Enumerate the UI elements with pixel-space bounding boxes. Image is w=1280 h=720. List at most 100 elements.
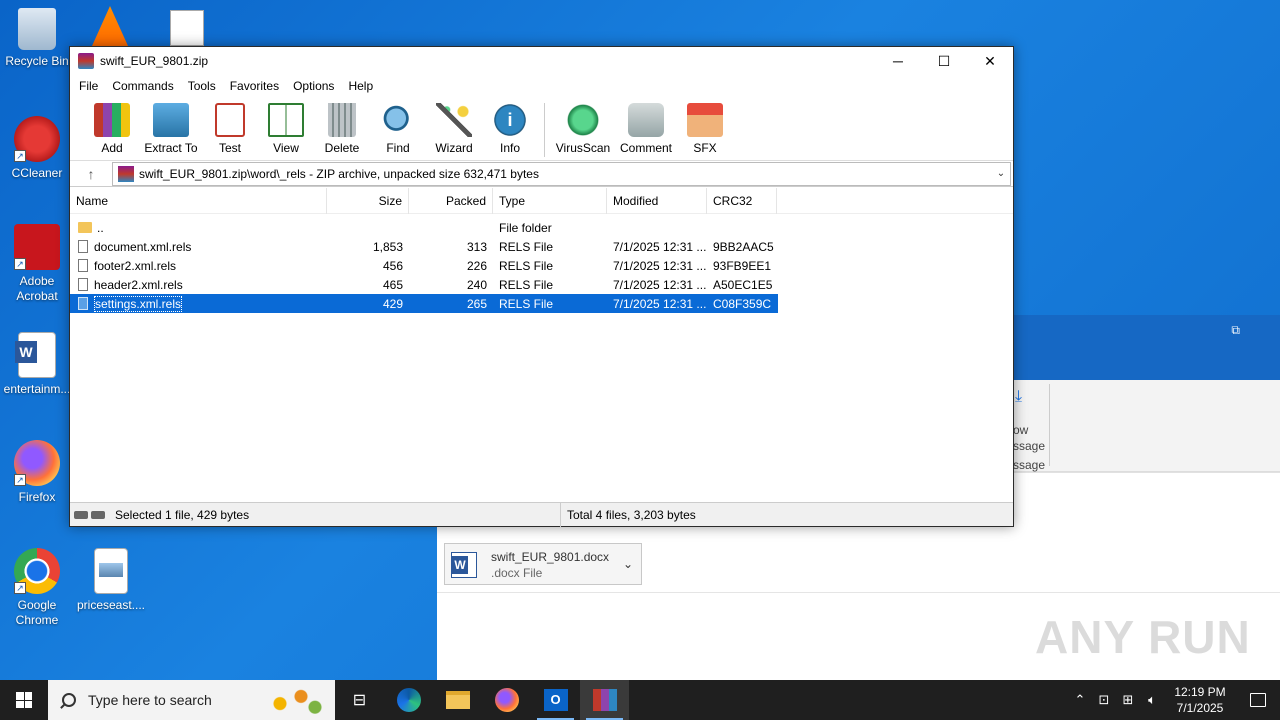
recycle-bin-icon xyxy=(18,8,56,50)
image-file-icon[interactable] xyxy=(170,10,204,46)
menu-commands[interactable]: Commands xyxy=(105,79,180,93)
find-button[interactable]: Find xyxy=(370,103,426,155)
sfx-button[interactable]: SFX xyxy=(677,103,733,155)
table-row[interactable]: footer2.xml.rels 456 226 RELS File 7/1/2… xyxy=(70,256,778,275)
toolbar-label: Test xyxy=(218,141,241,155)
taskbar-outlook[interactable]: O xyxy=(531,680,580,720)
taskbar-file-explorer[interactable] xyxy=(433,680,482,720)
address-field[interactable]: swift_EUR_9801.zip\word\_rels - ZIP arch… xyxy=(112,161,1011,186)
menu-file[interactable]: File xyxy=(72,79,105,93)
table-row[interactable]: header2.xml.rels 465 240 RELS File 7/1/2… xyxy=(70,275,778,294)
extract-to-button[interactable]: Extract To xyxy=(140,103,202,155)
winrar-icon xyxy=(78,53,94,69)
file-crc: 93FB9EE1 xyxy=(713,258,772,273)
ccleaner-icon: ↗ xyxy=(14,116,60,162)
clock[interactable]: 12:19 PM 7/1/2025 xyxy=(1164,684,1236,716)
file-name: header2.xml.rels xyxy=(94,277,183,292)
taskbar-edge[interactable] xyxy=(384,680,433,720)
file-packed: 265 xyxy=(466,296,487,311)
file-name: settings.xml.rels xyxy=(94,295,183,312)
column-header-type[interactable]: Type xyxy=(493,187,607,214)
desktop-icon-ccleaner[interactable]: ↗ CCleaner xyxy=(0,116,74,181)
desktop-icon-word-document[interactable]: W entertainm... xyxy=(0,332,74,397)
chevron-down-icon[interactable]: ⌄ xyxy=(623,557,633,571)
column-header-modified[interactable]: Modified xyxy=(607,187,707,214)
file-crc: 9BB2AAC5 xyxy=(713,239,774,254)
column-header-packed[interactable]: Packed xyxy=(409,187,493,214)
status-bar: Selected 1 file, 429 bytes Total 4 files… xyxy=(70,502,1013,527)
column-header-crc32[interactable]: CRC32 xyxy=(707,187,777,214)
column-header-size[interactable]: Size xyxy=(327,187,409,214)
file-crc: C08F359C xyxy=(713,296,772,311)
info-button[interactable]: i Info xyxy=(482,103,538,155)
sfx-box-icon xyxy=(687,103,723,137)
test-button[interactable]: Test xyxy=(202,103,258,155)
key-icon xyxy=(91,510,105,519)
desktop-icon-priceseast[interactable]: priceseast.... xyxy=(74,548,148,613)
info-icon: i xyxy=(492,103,528,137)
toolbar-label: Wizard xyxy=(435,141,473,155)
windows-logo-icon xyxy=(16,692,32,708)
file-modified: 7/1/2025 12:31 ... xyxy=(613,296,707,311)
comment-icon xyxy=(628,103,664,137)
notifications-button[interactable] xyxy=(1236,693,1280,707)
add-button[interactable]: Add xyxy=(84,103,140,155)
wizard-button[interactable]: Wizard xyxy=(426,103,482,155)
desktop-icon-recycle-bin[interactable]: Recycle Bin xyxy=(0,8,74,69)
desktop-icon-firefox[interactable]: ↗ Firefox xyxy=(0,440,74,505)
up-arrow-icon[interactable]: ↑ xyxy=(70,166,112,182)
desktop-icon-label: priceseast.... xyxy=(76,598,146,612)
desktop-icon-adobe-acrobat[interactable]: ↗ Adobe Acrobat xyxy=(0,224,74,304)
table-row[interactable]: .. File folder xyxy=(70,218,778,237)
desktop-icon-label: CCleaner xyxy=(11,166,63,180)
ribbon-label: ow xyxy=(1013,423,1029,437)
desktop-icon-google-chrome[interactable]: ↗ Google Chrome xyxy=(0,548,74,628)
virusscan-button[interactable]: VirusScan xyxy=(551,103,615,155)
chevron-up-icon[interactable]: ⌃ xyxy=(1068,692,1092,708)
toolbar-label: Comment xyxy=(619,141,672,155)
file-rows: .. File folder document.xml.rels 1,853 3… xyxy=(70,214,1013,313)
table-row[interactable]: document.xml.rels 1,853 313 RELS File 7/… xyxy=(70,237,778,256)
toolbar-label: View xyxy=(273,141,299,155)
menu-bar: File Commands Tools Favorites Options He… xyxy=(70,75,1013,97)
toolbar-label: Find xyxy=(386,141,410,155)
clock-date: 7/1/2025 xyxy=(1176,701,1224,715)
file-icon xyxy=(78,278,88,291)
file-type: RELS File xyxy=(499,296,554,311)
word-document-icon: W xyxy=(15,332,56,378)
desktop-icon-label: Firefox xyxy=(18,490,56,504)
taskbar-firefox[interactable] xyxy=(482,680,531,720)
trash-icon xyxy=(328,103,356,137)
taskbar-winrar[interactable] xyxy=(580,680,629,720)
menu-options[interactable]: Options xyxy=(286,79,341,93)
menu-favorites[interactable]: Favorites xyxy=(223,79,286,93)
taskbar-search[interactable]: Type here to search xyxy=(48,680,335,720)
column-header-name[interactable]: Name xyxy=(70,187,327,214)
network-icon[interactable]: ⊞ xyxy=(1116,692,1140,708)
table-row-selected[interactable]: settings.xml.rels 429 265 RELS File 7/1/… xyxy=(70,294,778,313)
view-button[interactable]: View xyxy=(258,103,314,155)
chevron-down-icon[interactable]: ⌄ xyxy=(992,168,1010,179)
task-view-button[interactable]: ⊟ xyxy=(335,680,384,720)
comment-button[interactable]: Comment xyxy=(615,103,677,155)
start-button[interactable] xyxy=(0,680,48,720)
file-type: File folder xyxy=(499,220,552,235)
file-type: RELS File xyxy=(499,239,554,254)
minimize-button[interactable]: ─ xyxy=(875,47,921,75)
attachment-card[interactable]: swift_EUR_9801.docx .docx File ⌄ xyxy=(444,543,642,585)
delete-button[interactable]: Delete xyxy=(314,103,370,155)
restore-icon[interactable]: ⧉ xyxy=(1231,323,1240,338)
maximize-button[interactable]: ☐ xyxy=(921,47,967,75)
file-crc: A50EC1E5 xyxy=(713,277,773,292)
close-button[interactable]: ✕ xyxy=(967,47,1013,75)
image-file-icon xyxy=(94,548,128,594)
device-icon[interactable]: ⊡ xyxy=(1092,692,1116,708)
ribbon-label: ssage xyxy=(1013,439,1046,453)
file-modified: 7/1/2025 12:31 ... xyxy=(613,239,707,254)
attachment-type: .docx File xyxy=(491,566,543,580)
volume-icon[interactable]: 🔈︎ xyxy=(1140,692,1164,708)
menu-help[interactable]: Help xyxy=(341,79,380,93)
divider xyxy=(437,592,1280,593)
menu-tools[interactable]: Tools xyxy=(181,79,223,93)
test-clipboard-icon xyxy=(215,103,245,137)
